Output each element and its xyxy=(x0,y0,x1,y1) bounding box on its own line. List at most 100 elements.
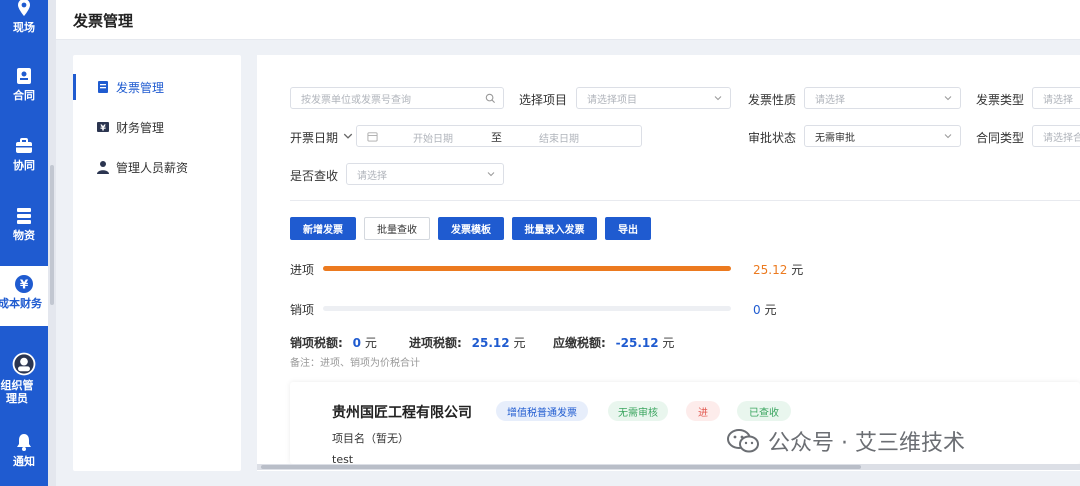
in-tax-value: 25.12 xyxy=(471,336,510,350)
horizontal-scrollbar[interactable] xyxy=(257,464,1080,470)
rail-scroll-thumb[interactable] xyxy=(50,165,54,305)
yuan-icon: ¥ xyxy=(15,275,33,293)
submenu-item-invoice[interactable]: 发票管理 xyxy=(73,74,241,100)
submenu-item-finance[interactable]: ¥ 财务管理 xyxy=(73,114,241,140)
card-project: 项目名（暂无） xyxy=(332,432,409,445)
briefcase-icon xyxy=(16,138,32,153)
nature-select[interactable]: 请选择 xyxy=(804,87,961,109)
invoice-icon xyxy=(98,81,108,93)
in-tax-label: 进项税额: xyxy=(409,336,462,350)
approval-select[interactable]: 无需审批 xyxy=(804,125,961,147)
date-separator: 至 xyxy=(491,131,502,144)
outgoing-unit: 元 xyxy=(764,303,777,317)
checked-label: 是否查收 xyxy=(290,169,339,183)
type-label: 发票类型 xyxy=(976,93,1025,107)
checked-placeholder: 请选择 xyxy=(357,170,387,182)
income-label: 进项 xyxy=(290,263,315,277)
rail-scrollbar[interactable] xyxy=(48,0,56,486)
out-tax-label: 销项税额: xyxy=(290,336,343,350)
out-tax: 销项税额: 0 元 xyxy=(290,334,377,351)
contract-type-select[interactable]: 请选择合 xyxy=(1032,125,1080,147)
end-date-placeholder[interactable]: 结束日期 xyxy=(539,130,579,145)
sub-menu: 发票管理 ¥ 财务管理 管理人员薪资 xyxy=(73,55,241,471)
outgoing-bar xyxy=(323,306,731,311)
rail-item-contract[interactable]: 合同 xyxy=(0,66,48,112)
income-bar xyxy=(323,266,731,271)
pay-tax-value: -25.12 xyxy=(615,336,659,350)
tax-note: 备注：进项、销项为价税合计 xyxy=(290,358,420,369)
search-input[interactable]: 按发票单位或发票号查询 xyxy=(290,87,504,109)
rail-item-materials[interactable]: 物资 xyxy=(0,206,48,252)
watermark-text: 公众号 · 艾三维技术 xyxy=(768,431,965,456)
type-select[interactable]: 请选择 xyxy=(1032,87,1080,109)
contract-icon xyxy=(17,68,31,84)
svg-text:¥: ¥ xyxy=(20,278,29,292)
income-unit: 元 xyxy=(791,263,804,277)
income-bar-fill xyxy=(323,266,731,271)
rail-item-collab[interactable]: 协同 xyxy=(0,136,48,182)
project-placeholder: 请选择项目 xyxy=(587,94,637,106)
bell-icon xyxy=(17,434,31,451)
in-tax-unit: 元 xyxy=(513,336,526,350)
avatar-icon xyxy=(12,352,36,376)
tag-direction: 进 xyxy=(686,401,720,421)
location-pin-icon xyxy=(18,0,30,16)
batch-import-button[interactable]: 批量录入发票 xyxy=(512,217,597,240)
svg-text:¥: ¥ xyxy=(100,124,106,133)
filter-divider xyxy=(290,200,1080,201)
watermark: 公众号 · 艾三维技术 xyxy=(726,424,965,458)
rail-item-site[interactable]: 现场 xyxy=(0,0,48,46)
income-amount: 25.12 元 xyxy=(753,261,803,278)
batch-check-button[interactable]: 批量查收 xyxy=(364,217,430,240)
search-icon xyxy=(485,93,496,104)
chevron-down-icon xyxy=(944,134,952,139)
contract-type-label: 合同类型 xyxy=(976,131,1025,145)
storage-icon xyxy=(17,208,31,224)
calendar-icon xyxy=(367,131,378,142)
in-tax: 进项税额: 25.12 元 xyxy=(409,334,525,351)
rail-label: 组织管理员 xyxy=(0,379,34,405)
date-label: 开票日期 xyxy=(290,131,339,145)
outgoing-amount: 0 元 xyxy=(753,301,776,318)
checked-select[interactable]: 请选择 xyxy=(346,163,504,185)
rail-label: 协同 xyxy=(13,159,35,172)
submenu-label: 财务管理 xyxy=(116,120,165,135)
tag-checked: 已查收 xyxy=(737,401,791,421)
chevron-down-icon xyxy=(714,96,722,101)
left-rail: 现场 合同 协同 物资 ¥ 成本财务 组织管理员 通知 xyxy=(0,0,48,486)
export-button[interactable]: 导出 xyxy=(605,217,651,240)
rail-item-cost-finance[interactable]: ¥ 成本财务 xyxy=(0,266,48,326)
new-invoice-button[interactable]: 新增发票 xyxy=(290,217,356,240)
card-company: 贵州国匠工程有限公司 xyxy=(332,405,472,421)
rail-label: 物资 xyxy=(13,229,35,242)
out-tax-value: 0 xyxy=(352,336,361,350)
chevron-down-icon xyxy=(944,96,952,101)
money-icon: ¥ xyxy=(97,122,109,133)
horizontal-scroll-thumb[interactable] xyxy=(261,465,861,469)
project-select[interactable]: 请选择项目 xyxy=(576,87,731,109)
project-label: 选择项目 xyxy=(519,93,568,107)
rail-item-org-admin[interactable]: 组织管理员 xyxy=(0,352,48,412)
approval-label: 审批状态 xyxy=(748,131,797,145)
search-placeholder: 按发票单位或发票号查询 xyxy=(301,94,411,106)
start-date-placeholder[interactable]: 开始日期 xyxy=(413,130,453,145)
page-title: 发票管理 xyxy=(73,12,134,30)
rail-label: 现场 xyxy=(13,21,35,34)
approval-value: 无需审批 xyxy=(815,132,855,144)
outgoing-value: 0 xyxy=(753,303,761,317)
person-icon xyxy=(97,161,109,174)
nature-placeholder: 请选择 xyxy=(815,94,845,106)
out-tax-unit: 元 xyxy=(364,336,377,350)
tag-approval: 无需审核 xyxy=(608,401,668,421)
chevron-down-icon xyxy=(487,172,495,177)
invoice-template-button[interactable]: 发票模板 xyxy=(438,217,504,240)
submenu-item-salary[interactable]: 管理人员薪资 xyxy=(73,154,241,180)
date-range-picker[interactable]: 开始日期 至 结束日期 xyxy=(356,125,642,147)
income-value: 25.12 xyxy=(753,263,788,277)
outgoing-label: 销项 xyxy=(290,303,315,317)
submenu-label: 管理人员薪资 xyxy=(116,160,189,175)
nature-label: 发票性质 xyxy=(748,93,797,107)
rail-item-notify[interactable]: 通知 xyxy=(0,432,48,482)
chevron-down-icon[interactable] xyxy=(343,131,353,141)
rail-label: 成本财务 xyxy=(0,297,42,310)
